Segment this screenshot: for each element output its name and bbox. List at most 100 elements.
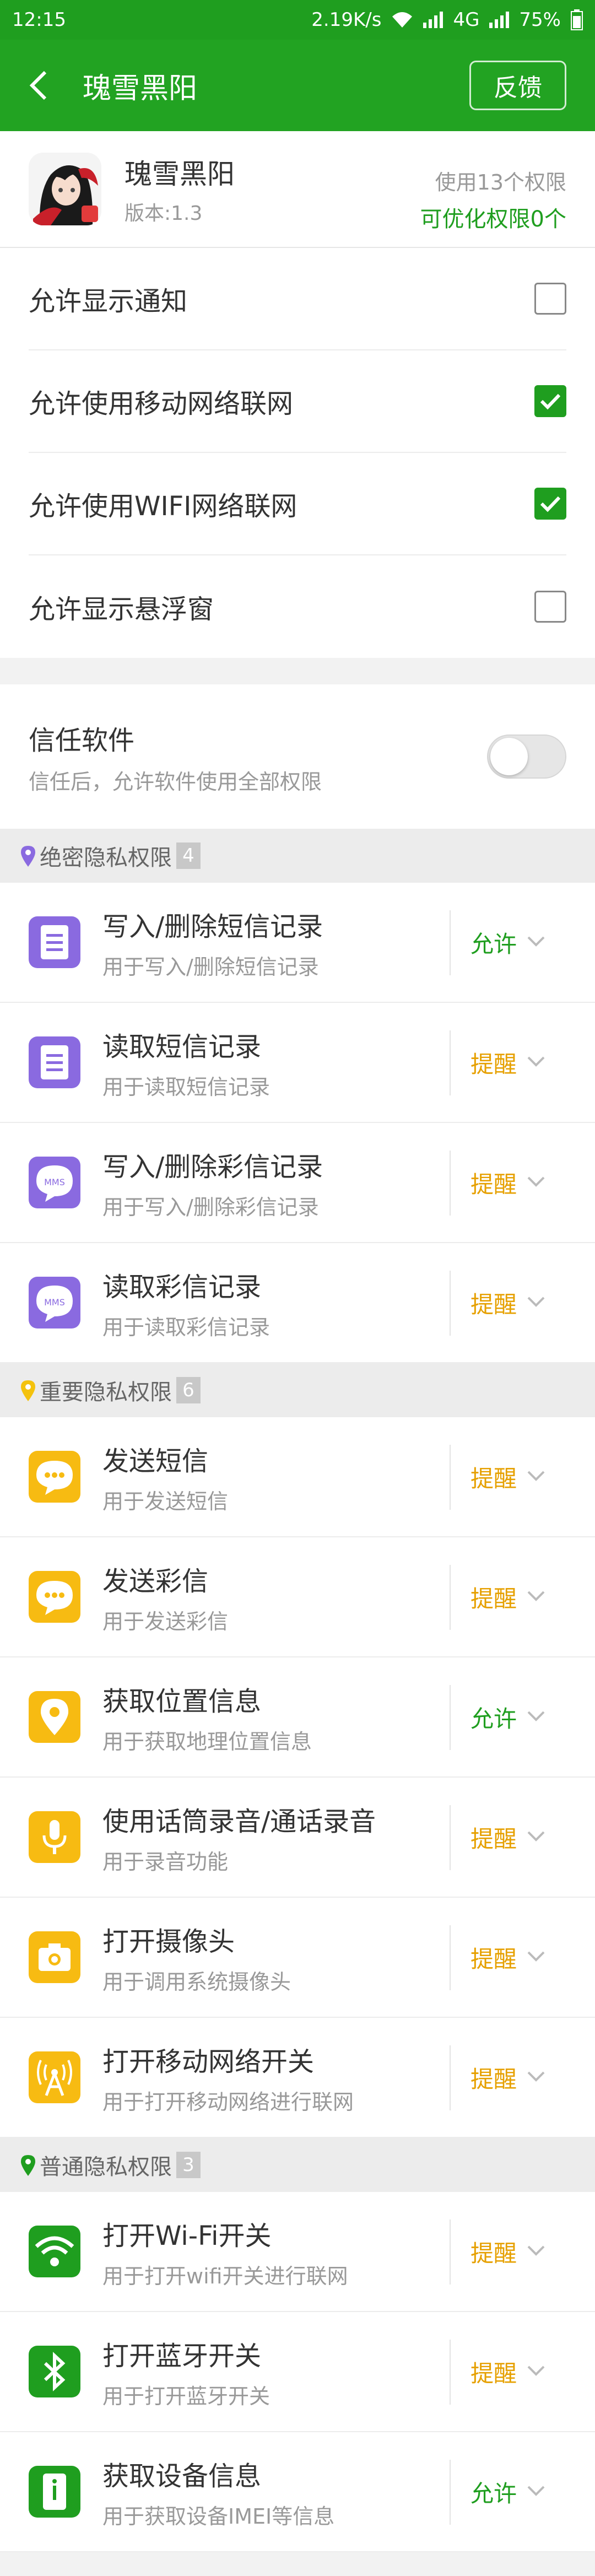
battery-icon [571, 9, 583, 30]
checkbox[interactable] [534, 283, 566, 315]
section-count: 6 [176, 1377, 201, 1403]
permission-desc: 用于读取短信记录 [102, 1074, 271, 1099]
permission-state-dropdown[interactable]: 提醒 [470, 1537, 517, 1656]
toggle-row[interactable]: 允许显示通知 [29, 248, 566, 350]
section-title: 普通隐私权限 [40, 2154, 172, 2180]
chevron-down-icon [527, 2071, 545, 2083]
wifi-icon [29, 2226, 80, 2277]
optimizable-permissions: 可优化权限0个 [420, 207, 566, 232]
permission-state-dropdown[interactable]: 提醒 [470, 1243, 517, 1362]
checkbox[interactable] [534, 385, 566, 417]
chevron-down-icon [527, 2365, 545, 2377]
spacer [0, 658, 595, 684]
permission-row[interactable]: 打开Wi-Fi开关 用于打开wifi开关进行联网 提醒 [0, 2192, 595, 2312]
permission-state-dropdown[interactable]: 提醒 [470, 1003, 517, 1122]
feedback-button[interactable]: 反馈 [469, 61, 566, 110]
permission-text: 打开摄像头用于调用系统摄像头 [102, 1920, 595, 1995]
divider [450, 1030, 451, 1095]
permission-title: 打开摄像头 [102, 1926, 235, 1957]
permission-text: 读取彩信记录用于读取彩信记录 [102, 1265, 595, 1341]
permission-row[interactable]: 获取设备信息 用于获取设备IMEI等信息 允许 [0, 2432, 595, 2552]
divider [450, 1151, 451, 1216]
permission-desc: 用于读取彩信记录 [102, 1315, 271, 1340]
toggle-row[interactable]: 允许使用WIFI网络联网 [29, 453, 566, 555]
app-name: 瑰雪黑阳 [125, 158, 235, 190]
permission-desc: 用于发送彩信 [102, 1609, 229, 1634]
divider [450, 1925, 451, 1990]
permission-state-dropdown[interactable]: 允许 [470, 1657, 517, 1776]
back-arrow-icon [29, 71, 47, 100]
toggle-row[interactable]: 允许显示悬浮窗 [29, 555, 566, 658]
used-permissions: 使用13个权限 [435, 170, 566, 195]
divider [450, 910, 451, 975]
trust-switch[interactable] [487, 735, 566, 779]
permission-state-dropdown[interactable]: 提醒 [470, 1417, 517, 1536]
permission-row[interactable]: MMS 写入/删除彩信记录 用于写入/删除彩信记录 提醒 [0, 1123, 595, 1243]
permission-state-dropdown[interactable]: 允许 [470, 883, 517, 1002]
chevron-down-icon [527, 1056, 545, 1068]
network-type: 4G [453, 9, 480, 31]
pin-icon [21, 2155, 35, 2176]
permission-row[interactable]: 获取位置信息 用于获取地理位置信息 允许 [0, 1657, 595, 1778]
network-speed: 2.19K/s [311, 9, 382, 31]
document-icon [29, 1036, 80, 1088]
permission-title: 发送彩信 [102, 1565, 209, 1597]
permission-row[interactable]: 发送彩信用于发送彩信 提醒 [0, 1537, 595, 1657]
permission-title: 打开移动网络开关 [102, 2046, 315, 2077]
permission-text: 打开Wi-Fi开关 用于打开wifi开关进行联网 [102, 2214, 595, 2289]
permission-state-dropdown[interactable]: 允许 [470, 2432, 517, 2551]
permission-state-dropdown[interactable]: 提醒 [470, 1123, 517, 1242]
app-icon [29, 153, 101, 225]
status-bar: 12:15 2.19K/s 4G 75% [0, 0, 595, 40]
permission-title: 打开Wi-Fi开关 [102, 2220, 272, 2251]
back-button[interactable] [17, 63, 61, 107]
trust-desc: 信任后，允许软件使用全部权限 [29, 769, 322, 794]
section-count: 3 [176, 2152, 201, 2178]
permission-state-dropdown[interactable]: 提醒 [470, 1898, 517, 2017]
permission-title: 获取设备信息 [102, 2460, 262, 2492]
permission-title: 读取彩信记录 [102, 1271, 262, 1303]
chat-icon [29, 1571, 80, 1623]
chevron-down-icon [527, 1830, 545, 1843]
permission-row[interactable]: 打开摄像头 用于调用系统摄像头 提醒 [0, 1898, 595, 2018]
app-meta: 瑰雪黑阳 版本:1.3 [125, 152, 235, 226]
permission-desc: 用于打开蓝牙开关 [102, 2384, 271, 2408]
permission-text: 写入/删除短信记录 用于写入/删除短信记录 [102, 905, 595, 980]
page-title: 瑰雪黑阳 [83, 72, 198, 105]
toggle-row[interactable]: 允许使用移动网络联网 [29, 350, 566, 453]
app-version: 版本:1.3 [125, 202, 203, 225]
permission-desc: 用于调用系统摄像头 [102, 1969, 291, 1994]
chevron-down-icon [527, 1710, 545, 1722]
permission-row[interactable]: MMS 读取彩信记录 用于读取彩信记录 提醒 [0, 1243, 595, 1363]
trust-software-row[interactable]: 信任软件 信任后，允许软件使用全部权限 [0, 684, 595, 829]
chevron-down-icon [527, 1176, 545, 1188]
svg-text:MMS: MMS [44, 1177, 65, 1187]
permission-row[interactable]: 使用话筒录音/通话录音 用于录音功能 提醒 [0, 1778, 595, 1898]
checkbox[interactable] [534, 488, 566, 520]
toggle-label: 允许使用WIFI网络联网 [29, 491, 298, 522]
permission-title: 打开蓝牙开关 [102, 2340, 262, 2372]
document-icon [29, 916, 80, 968]
permission-state-dropdown[interactable]: 提醒 [470, 2312, 517, 2431]
permission-row[interactable]: 发送短信 用于发送短信 提醒 [0, 1417, 595, 1537]
permission-state-dropdown[interactable]: 提醒 [470, 1778, 517, 1897]
permission-title: 获取位置信息 [102, 1686, 262, 1717]
section-title: 绝密隐私权限 [40, 845, 172, 871]
permission-text: 打开蓝牙开关用于打开蓝牙开关 [102, 2334, 595, 2410]
permission-row[interactable]: 写入/删除短信记录 用于写入/删除短信记录 允许 [0, 883, 595, 1003]
trust-text: 信任软件 信任后，允许软件使用全部权限 [29, 719, 322, 795]
permission-row[interactable]: 打开移动网络开关 用于打开移动网络进行联网 提醒 [0, 2018, 595, 2138]
permission-text: 使用话筒录音/通话录音 用于录音功能 [102, 1800, 595, 1875]
permission-state-dropdown[interactable]: 提醒 [470, 2018, 517, 2137]
checkbox[interactable] [534, 591, 566, 623]
permission-state-dropdown[interactable]: 提醒 [470, 2192, 517, 2311]
antenna-icon [29, 2051, 80, 2103]
check-icon [540, 496, 561, 512]
chevron-down-icon [527, 936, 545, 948]
divider [450, 2045, 451, 2110]
permission-row[interactable]: 读取短信记录 用于读取短信记录 提醒 [0, 1003, 595, 1123]
permission-summary: 使用13个权限 可优化权限0个 [420, 165, 566, 233]
permission-title: 写入/删除短信记录 [102, 911, 323, 942]
permission-text: 获取设备信息 用于获取设备IMEI等信息 [102, 2454, 595, 2530]
permission-row[interactable]: 打开蓝牙开关 用于打开蓝牙开关 提醒 [0, 2312, 595, 2432]
